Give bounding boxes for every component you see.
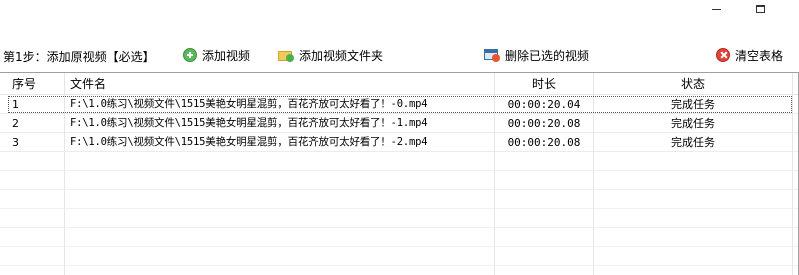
maximize-button[interactable] [738,0,782,18]
column-header-filename[interactable]: 文件名 [70,73,106,95]
toolbar: 第1步：添加原视频【必选】 添加视频 添加视频文件夹 删除已选的视频 清空表格 [0,38,799,72]
minimize-button[interactable] [694,0,738,18]
delete-selected-button[interactable]: 删除已选的视频 [484,45,589,65]
empty-row [0,247,799,266]
step-label: 第1步：添加原视频【必选】 [3,50,155,64]
row-index: 1 [12,98,19,111]
video-table[interactable]: 序号 文件名 时长 状态 1 F:\1.0练习\视频文件\1515美艳女明星混剪… [0,72,799,275]
table-row[interactable]: 2 F:\1.0练习\视频文件\1515美艳女明星混剪，百花齐放可太好看了！-1… [0,114,799,133]
row-filename: F:\1.0练习\视频文件\1515美艳女明星混剪，百花齐放可太好看了！-0.m… [70,98,428,110]
table-header: 序号 文件名 时长 状态 [0,73,799,95]
folder-add-icon [278,48,294,62]
minimize-icon [711,8,721,10]
row-index: 2 [12,117,19,130]
clear-table-button[interactable]: 清空表格 [716,45,783,65]
add-folder-button[interactable]: 添加视频文件夹 [278,45,383,65]
maximize-icon [755,5,765,13]
add-folder-label: 添加视频文件夹 [299,48,384,63]
add-video-button[interactable]: 添加视频 [183,45,250,65]
title-bar [0,0,799,38]
delete-selected-label: 删除已选的视频 [505,48,590,63]
empty-row [0,228,799,247]
add-video-label: 添加视频 [202,48,251,63]
row-index: 3 [12,136,19,149]
empty-row [0,190,799,209]
table-row[interactable]: 1 F:\1.0练习\视频文件\1515美艳女明星混剪，百花齐放可太好看了！-0… [0,95,799,114]
empty-row [0,209,799,228]
empty-row [0,171,799,190]
column-header-duration[interactable]: 时长 [495,73,593,95]
row-duration: 00:00:20.04 [507,98,581,111]
clear-circle-icon [716,48,730,62]
window-delete-icon [484,48,500,62]
empty-row [0,152,799,171]
column-header-index[interactable]: 序号 [12,73,36,95]
add-circle-icon [183,48,197,62]
row-status: 完成任务 [671,136,715,149]
row-status: 完成任务 [671,117,715,130]
row-duration: 00:00:20.08 [507,117,581,130]
table-row[interactable]: 3 F:\1.0练习\视频文件\1515美艳女明星混剪，百花齐放可太好看了！-2… [0,133,799,152]
row-filename: F:\1.0练习\视频文件\1515美艳女明星混剪，百花齐放可太好看了！-1.m… [70,117,428,129]
clear-table-label: 清空表格 [735,48,784,63]
row-filename: F:\1.0练习\视频文件\1515美艳女明星混剪，百花齐放可太好看了！-2.m… [70,136,428,148]
column-header-status[interactable]: 状态 [594,73,792,95]
row-status: 完成任务 [671,98,715,111]
row-duration: 00:00:20.08 [507,136,581,149]
